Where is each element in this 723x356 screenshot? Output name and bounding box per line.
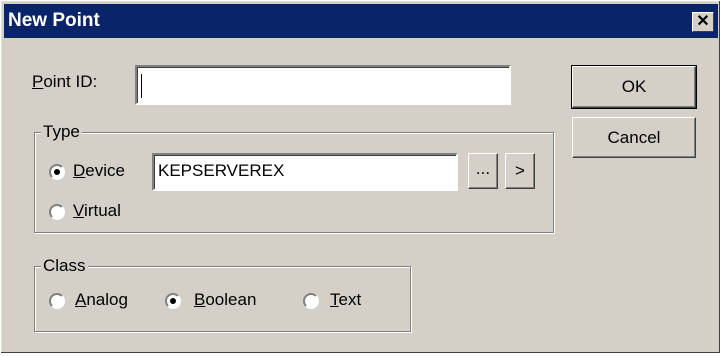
window-title: New Point	[8, 10, 100, 31]
title-bar: New Point ✕	[4, 4, 718, 38]
text-label[interactable]: Text	[330, 290, 361, 310]
class-group: Class Analog Boolean Text	[34, 256, 411, 332]
text-radio[interactable]	[303, 293, 319, 309]
type-group-legend: Type	[41, 122, 82, 142]
device-label[interactable]: Device	[73, 161, 125, 181]
text-cursor	[141, 74, 142, 98]
type-group: Type Device KEPSERVEREX ... > Virtual	[34, 122, 554, 233]
class-group-legend: Class	[41, 256, 88, 276]
close-icon: ✕	[696, 13, 710, 30]
virtual-radio[interactable]	[49, 204, 65, 220]
device-radio[interactable]	[49, 164, 65, 180]
point-id-label: Point ID:	[32, 72, 98, 91]
cancel-button[interactable]: Cancel	[572, 117, 696, 158]
boolean-radio[interactable]	[165, 293, 181, 309]
boolean-label[interactable]: Boolean	[194, 290, 256, 310]
next-button[interactable]: >	[505, 153, 535, 189]
new-point-dialog: New Point ✕ Point ID: OK Cancel Type Dev…	[0, 0, 721, 354]
analog-label[interactable]: Analog	[75, 290, 128, 310]
virtual-label[interactable]: Virtual	[73, 201, 121, 221]
radio-selected-dot	[170, 298, 176, 304]
analog-radio[interactable]	[49, 293, 65, 309]
ok-button[interactable]: OK	[571, 65, 697, 109]
device-input[interactable]: KEPSERVEREX	[152, 153, 458, 191]
radio-selected-dot	[54, 169, 60, 175]
close-button[interactable]: ✕	[692, 12, 714, 32]
point-id-input[interactable]	[135, 65, 511, 105]
browse-button[interactable]: ...	[468, 153, 498, 189]
